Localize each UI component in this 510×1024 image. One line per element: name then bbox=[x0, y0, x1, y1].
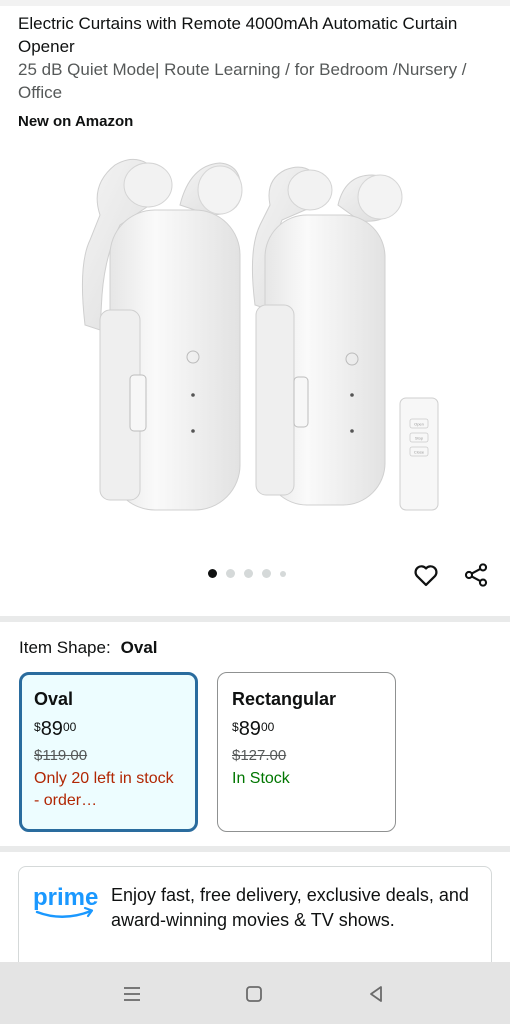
carousel-dot[interactable] bbox=[208, 569, 217, 578]
price-fraction: 00 bbox=[260, 720, 275, 734]
option-list-price: $127.00 bbox=[232, 747, 287, 764]
price-currency: $ bbox=[34, 720, 41, 734]
carousel-dot[interactable] bbox=[280, 570, 286, 577]
shape-option-oval[interactable]: Oval $89 00 $119.00 Only 20 left in stock… bbox=[19, 672, 198, 832]
remote-control: Open Stop Close bbox=[399, 397, 439, 511]
share-icon bbox=[464, 563, 488, 587]
image-carousel-indicator[interactable] bbox=[208, 569, 286, 578]
product-image[interactable]: Open Stop Close bbox=[60, 145, 450, 525]
option-price: $89 00 bbox=[232, 717, 381, 741]
back-icon bbox=[370, 986, 382, 1002]
top-clipped-strip bbox=[0, 0, 510, 6]
prime-logo: prime bbox=[33, 884, 98, 918]
remote-button-open: Open bbox=[414, 422, 424, 427]
home-button[interactable] bbox=[239, 979, 269, 1009]
system-navigation-bar bbox=[0, 962, 510, 1024]
section-divider bbox=[0, 846, 510, 852]
remote-button-stop: Stop bbox=[415, 436, 424, 441]
prime-promo-card[interactable]: prime Enjoy fast, free delivery, exclusi… bbox=[18, 866, 492, 976]
favorite-button[interactable] bbox=[410, 559, 442, 591]
new-on-amazon-badge: New on Amazon bbox=[18, 113, 134, 130]
carousel-dot[interactable] bbox=[262, 569, 271, 578]
price-currency: $ bbox=[232, 720, 239, 734]
home-icon bbox=[246, 986, 262, 1002]
item-shape-label: Item Shape: bbox=[19, 638, 111, 657]
item-shape-heading: Item Shape: Oval bbox=[19, 638, 158, 658]
prime-promo-text: Enjoy fast, free delivery, exclusive dea… bbox=[111, 885, 469, 930]
option-list-price: $119.00 bbox=[34, 747, 88, 764]
recent-apps-icon bbox=[124, 987, 140, 1001]
price-whole: 89 bbox=[238, 718, 261, 740]
option-name: Rectangular bbox=[232, 689, 337, 709]
back-button[interactable] bbox=[361, 979, 391, 1009]
price-fraction: 00 bbox=[62, 720, 77, 734]
recent-apps-button[interactable] bbox=[117, 979, 147, 1009]
option-stock-status: Only 20 left in stock - order… bbox=[34, 770, 174, 809]
carousel-dot[interactable] bbox=[244, 569, 253, 578]
remote-button-close: Close bbox=[414, 450, 425, 455]
shape-option-rectangular[interactable]: Rectangular $89 00 $127.00 In Stock bbox=[217, 672, 396, 832]
section-divider bbox=[0, 616, 510, 622]
svg-text:prime: prime bbox=[33, 884, 98, 911]
product-title: Electric Curtains with Remote 4000mAh Au… bbox=[18, 14, 458, 56]
heart-icon bbox=[414, 565, 438, 587]
product-subtitle: 25 dB Quiet Mode| Route Learning / for B… bbox=[18, 60, 467, 102]
carousel-dot[interactable] bbox=[226, 569, 235, 578]
option-price: $89 00 bbox=[34, 717, 183, 741]
share-button[interactable] bbox=[460, 559, 492, 591]
option-stock-status: In Stock bbox=[232, 770, 290, 787]
item-shape-selected-value: Oval bbox=[120, 638, 158, 657]
price-whole: 89 bbox=[40, 718, 63, 740]
option-name: Oval bbox=[34, 689, 74, 709]
